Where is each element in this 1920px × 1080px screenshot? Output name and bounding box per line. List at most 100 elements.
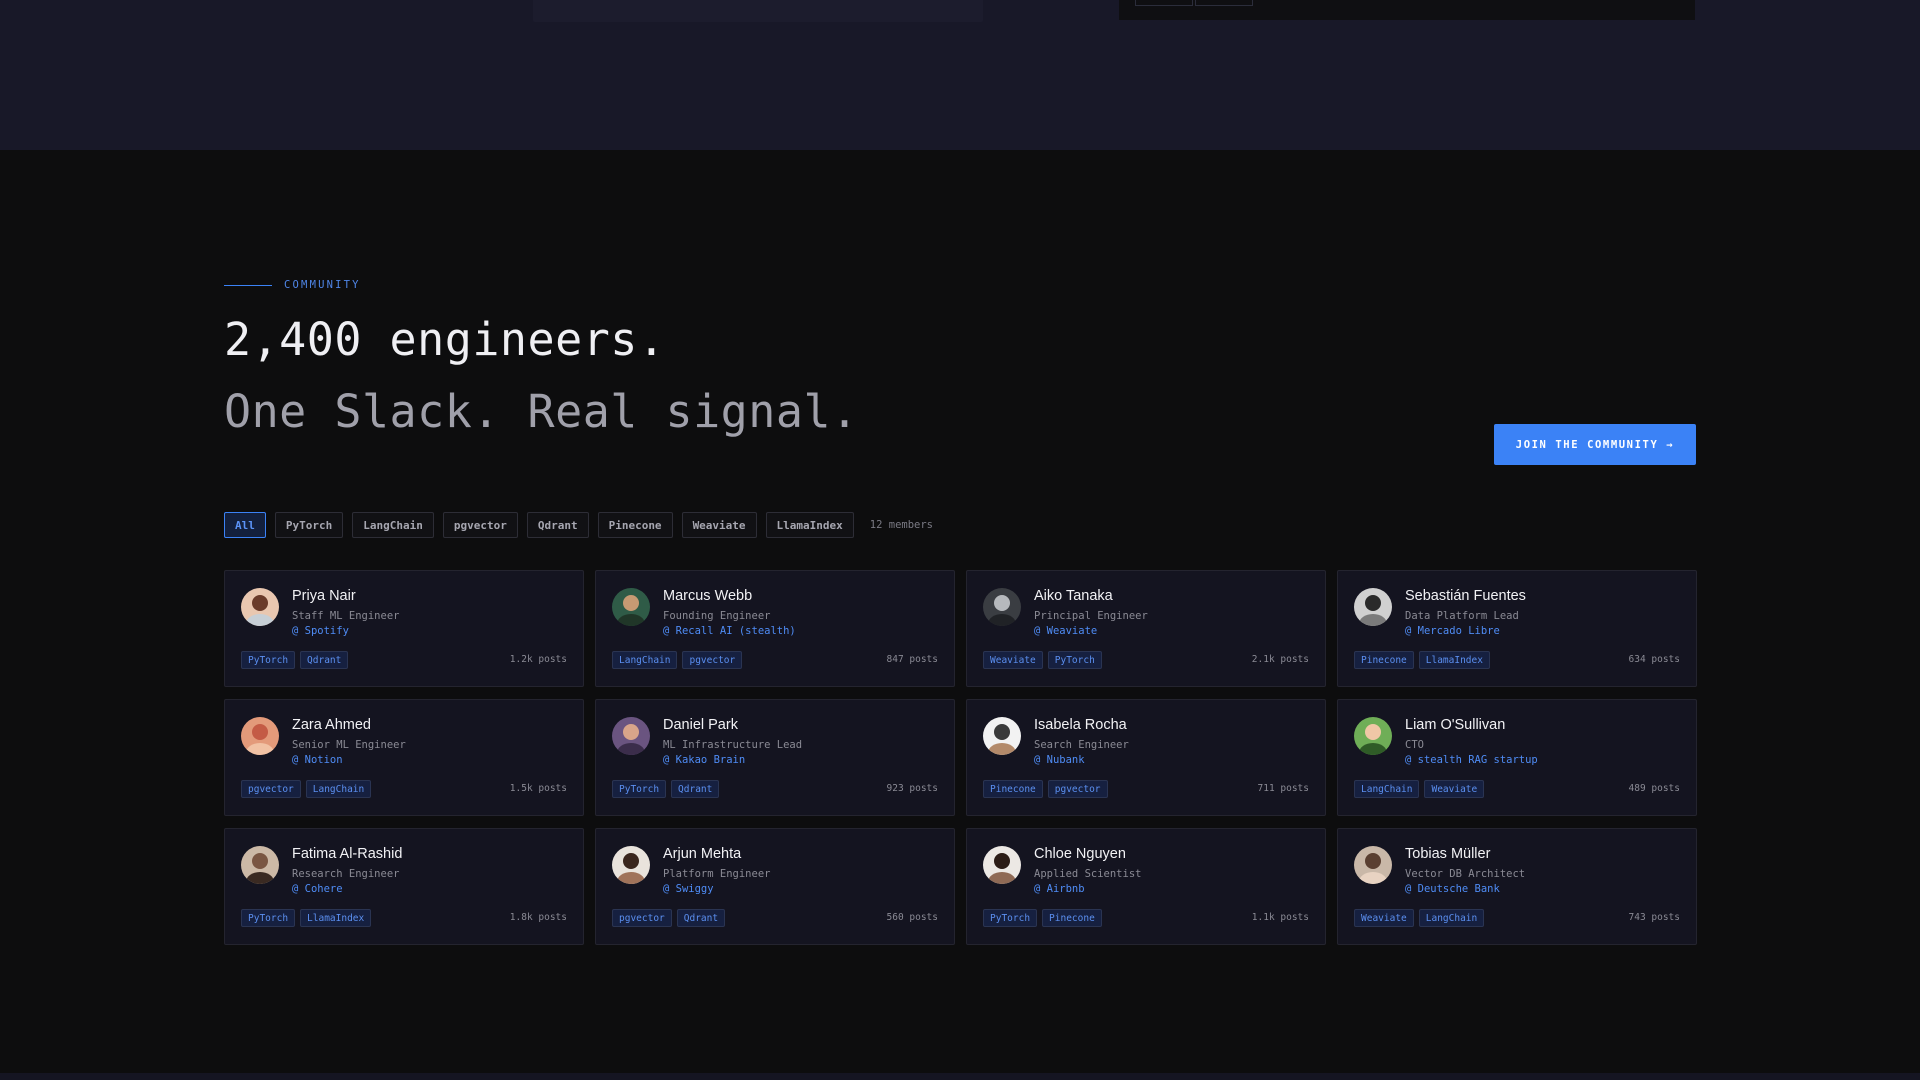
member-role: Principal Engineer [1034,610,1148,622]
member-card[interactable]: Isabela Rocha Search Engineer @ Nubank Pine… [966,699,1326,816]
member-tags: PyTorch Qdrant [241,651,353,669]
member-name: Priya Nair [292,588,356,604]
member-tag: pgvector [1047,780,1108,798]
filter-bar: All PyTorch LangChain pgvector Qdrant Pi… [224,512,933,538]
member-name: Arjun Mehta [663,846,742,862]
avatar-photo-icon [1354,717,1392,755]
previous-section-chip [1135,0,1193,6]
member-tag: PyTorch [241,651,296,669]
member-card[interactable]: Priya Nair Staff ML Engineer @ Spotify PyTo… [224,570,584,687]
member-name: Daniel Park [663,717,738,733]
avatar-photo-icon [612,846,650,884]
member-tag: Weaviate [1424,780,1485,798]
filter-all[interactable]: All [224,512,266,538]
member-role: Applied Scientist [1034,868,1142,880]
filter-qdrant[interactable]: Qdrant [526,512,589,538]
member-role: CTO [1405,739,1424,751]
member-company: @ Deutsche Bank [1405,883,1500,895]
member-card[interactable]: Daniel Park ML Infrastructure Lead @ Kakao… [595,699,955,816]
member-tag: Pinecone [1042,909,1102,927]
member-name: Isabela Rocha [1034,717,1127,733]
member-card[interactable]: Fatima Al-Rashid Research Engineer @ Coher… [224,828,584,945]
avatar-photo-icon [612,717,650,755]
member-tags: pgvector Qdrant [612,909,730,927]
member-name: Marcus Webb [663,588,753,604]
member-tags: Weaviate PyTorch [983,651,1107,669]
member-post-count: 634 posts [1628,654,1680,665]
member-company: @ Cohere [292,883,343,895]
member-post-count: 2.1k posts [1251,654,1309,665]
member-tag: Pinecone [983,780,1043,798]
member-tag: LlamaIndex [300,909,372,927]
filter-langchain[interactable]: LangChain [352,512,434,538]
member-company: @ Spotify [292,625,349,637]
previous-section-panel [533,0,983,22]
member-role: Senior ML Engineer [292,739,406,751]
member-company: @ Mercado Libre [1405,625,1500,637]
member-tags: Pinecone pgvector [983,780,1113,798]
member-count: 12 members [869,519,933,531]
member-card[interactable]: Sebastián Fuentes Data Platform Lead @ Mer… [1337,570,1697,687]
previous-section-chip [1195,0,1253,6]
avatar-photo-icon [983,588,1021,626]
section-eyebrow: COMMUNITY [224,275,361,295]
avatar-photo-icon [241,717,279,755]
member-role: Founding Engineer [663,610,771,622]
member-tag: Qdrant [676,909,726,927]
member-post-count: 1.1k posts [1251,912,1309,923]
previous-section-code-panel [1119,0,1695,20]
member-tags: Weaviate LangChain [1354,909,1489,927]
member-card[interactable]: Arjun Mehta Platform Engineer @ Swiggy pgve… [595,828,955,945]
member-card[interactable]: Aiko Tanaka Principal Engineer @ Weaviate W… [966,570,1326,687]
member-role: Staff ML Engineer [292,610,400,622]
member-tag: LangChain [1354,780,1420,798]
member-card[interactable]: Zara Ahmed Senior ML Engineer @ Notion pgve… [224,699,584,816]
filter-weaviate[interactable]: Weaviate [681,512,757,538]
member-tag: PyTorch [983,909,1038,927]
member-name: Sebastián Fuentes [1405,588,1526,604]
member-card[interactable]: Liam O'Sullivan CTO @ stealth RAG startup L… [1337,699,1697,816]
member-tags: PyTorch LlamaIndex [241,909,376,927]
member-role: Research Engineer [292,868,400,880]
avatar-photo-icon [612,588,650,626]
member-company: @ Swiggy [663,883,714,895]
member-company: @ Nubank [1034,754,1085,766]
filter-pgvector[interactable]: pgvector [442,512,518,538]
member-tag: pgvector [241,780,301,798]
member-post-count: 489 posts [1628,783,1680,794]
member-role: Data Platform Lead [1405,610,1519,622]
member-card[interactable]: Tobias Müller Vector DB Architect @ Deutsc… [1337,828,1697,945]
member-company: @ stealth RAG startup [1405,754,1538,766]
member-tags: PyTorch Pinecone [983,909,1107,927]
member-tags: PyTorch Qdrant [612,780,724,798]
member-tag: Weaviate [1354,909,1414,927]
member-card[interactable]: Marcus Webb Founding Engineer @ Recall AI … [595,570,955,687]
member-name: Zara Ahmed [292,717,371,733]
member-post-count: 1.8k posts [509,912,567,923]
filter-llamaindex[interactable]: LlamaIndex [765,512,854,538]
previous-section-band [0,0,1920,150]
member-post-count: 847 posts [886,654,938,665]
member-company: @ Airbnb [1034,883,1085,895]
member-card[interactable]: Chloe Nguyen Applied Scientist @ Airbnb PyT… [966,828,1326,945]
join-community-button[interactable]: JOIN THE COMMUNITY → [1494,424,1696,465]
member-tag: Pinecone [1354,651,1414,669]
member-tags: Pinecone LlamaIndex [1354,651,1495,669]
eyebrow-rule [224,284,272,286]
avatar-photo-icon [983,846,1021,884]
avatar-photo-icon [983,717,1021,755]
member-tag: Qdrant [671,780,720,798]
member-post-count: 1.5k posts [509,783,567,794]
member-post-count: 743 posts [1628,912,1680,923]
member-tags: pgvector LangChain [241,780,376,798]
next-section-edge [0,1073,1920,1080]
avatar-photo-icon [1354,846,1392,884]
member-tag: LlamaIndex [1418,651,1490,669]
member-tag: PyTorch [612,780,667,798]
member-tags: LangChain pgvector [612,651,747,669]
filter-pinecone[interactable]: Pinecone [597,512,673,538]
filter-pytorch[interactable]: PyTorch [274,512,344,538]
member-name: Liam O'Sullivan [1405,717,1506,733]
member-name: Chloe Nguyen [1034,846,1126,862]
member-post-count: 923 posts [886,783,938,794]
